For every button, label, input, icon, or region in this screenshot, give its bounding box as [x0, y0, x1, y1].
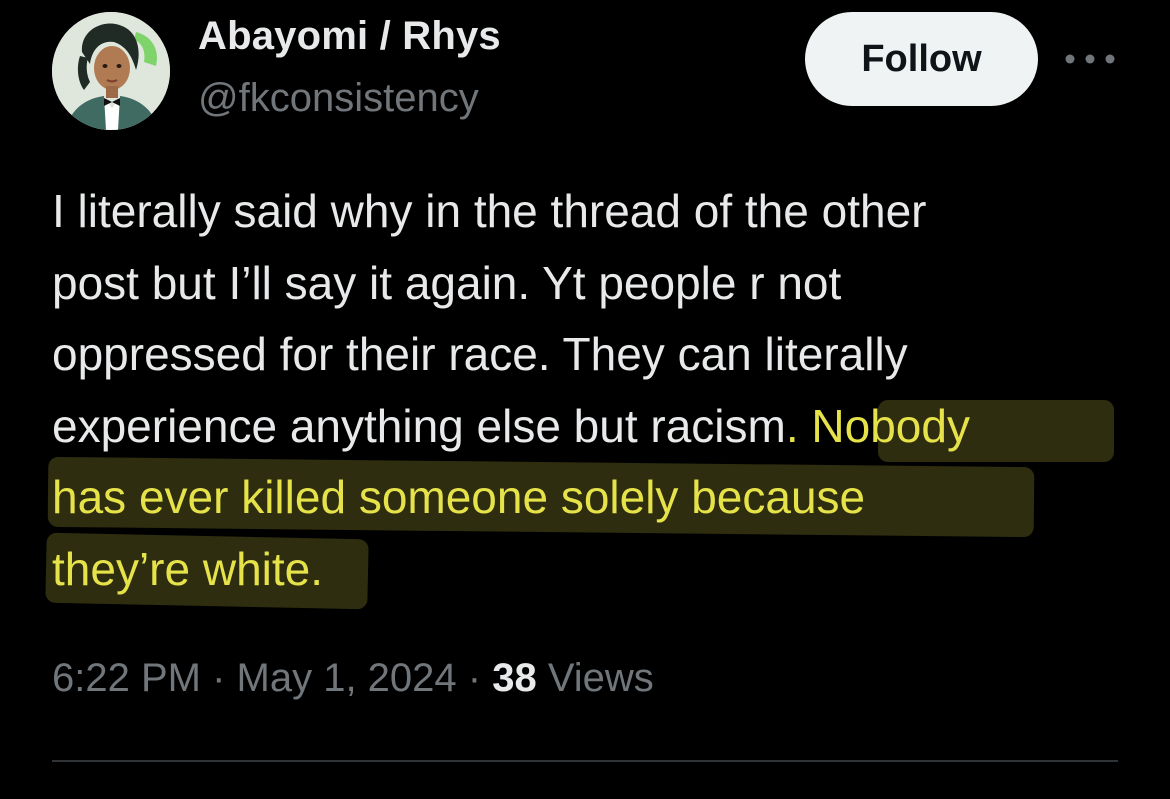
highlighted-text: they’re white.: [52, 542, 324, 595]
tweet-meta: 6:22 PM · May 1, 2024 · 38 Views: [52, 656, 654, 701]
more-horizontal-icon: [1065, 54, 1115, 64]
author-handle[interactable]: @fkconsistency: [198, 76, 479, 121]
views-count: 38: [492, 656, 537, 700]
views-label: Views: [547, 656, 654, 700]
tweet-text: I literally said why in the thread of th…: [52, 176, 1152, 605]
illustrated-profile-avatar: [52, 12, 170, 130]
tweet-line: I literally said why in the thread of th…: [52, 185, 927, 237]
highlighted-text: . Nobody: [785, 399, 970, 452]
divider: [52, 760, 1118, 762]
meta-separator: ·: [456, 656, 493, 700]
tweet-line: oppressed for their race. They can liter…: [52, 328, 908, 380]
meta-separator: ·: [200, 656, 237, 700]
tweet-line: post but I’ll say it again. Yt people r …: [52, 256, 842, 309]
author-display-name[interactable]: Abayomi / Rhys: [198, 14, 501, 59]
highlighted-text: has ever killed someone solely because: [52, 471, 866, 523]
tweet-date[interactable]: May 1, 2024: [237, 656, 457, 700]
follow-button[interactable]: Follow: [805, 12, 1038, 106]
more-options-button[interactable]: [1058, 38, 1122, 80]
tweet-line-text: experience anything else but racism: [52, 399, 786, 452]
tweet-line-with-highlight: experience anything else but racism. Nob…: [52, 391, 1152, 463]
avatar[interactable]: [52, 12, 170, 130]
tweet-time[interactable]: 6:22 PM: [52, 656, 201, 700]
